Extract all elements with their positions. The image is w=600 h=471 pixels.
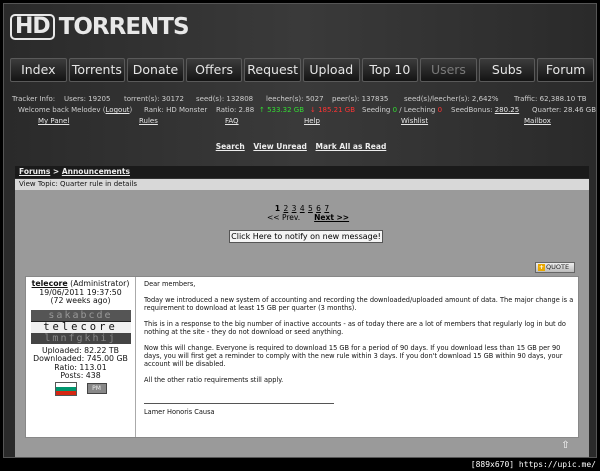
post-signature: Lamer Honoris Causa [144, 408, 215, 416]
page-frame: HD TORRENTS Index Torrents Donate Offers… [3, 3, 597, 458]
banner-row-top: sakabcde [30, 309, 131, 321]
traffic-total: Traffic: 62,388.10 TB [514, 95, 587, 103]
post-body: Dear members, Today we introduced a new … [144, 280, 574, 392]
welcome-end: ) [129, 106, 133, 114]
page-5[interactable]: 5 [308, 204, 313, 213]
seeds-count: seed(s): 132808 [196, 95, 254, 103]
topic-content: 1 2 3 4 5 6 7 << Prev. Next >> Click Here… [15, 190, 589, 457]
signature-divider [144, 403, 334, 404]
nav-torrents[interactable]: Torrents [68, 58, 126, 82]
tracker-info-row: Tracker Info: Users: 19205 torrent(s): 3… [4, 94, 596, 104]
seedbonus: SeedBonus: 280.25 [451, 105, 519, 115]
author-role: (Administrator) [67, 279, 130, 288]
page-1: 1 [274, 204, 281, 213]
leeching-label: / Leeching [399, 106, 436, 114]
bulgaria-flag-icon [54, 381, 77, 396]
nav-donate[interactable]: Donate [127, 58, 184, 82]
welcome-label: Welcome back Melodev ( [18, 106, 106, 114]
post-paragraph-1: Today we introduced a new system of acco… [144, 296, 574, 312]
breadcrumb-announcements[interactable]: Announcements [62, 167, 130, 176]
downloaded-amount: ↓ 185.21 GB [310, 106, 356, 114]
author-name-link[interactable]: telecore [32, 279, 68, 288]
tracker-info-label: Tracker Info: [12, 95, 56, 103]
notify-button[interactable]: Click Here to notify on new message! [229, 230, 383, 243]
nav-upload[interactable]: Upload [302, 58, 360, 82]
prev-page: << Prev. [267, 213, 301, 222]
scroll-top-icon[interactable]: ⇧ [560, 440, 571, 451]
nav-request[interactable]: Request [244, 58, 301, 82]
nav-subs[interactable]: Subs [478, 58, 536, 82]
post-paragraph-4: All the other ratio requirements still a… [144, 376, 284, 384]
pm-button[interactable]: PM [86, 383, 107, 394]
seed-leech-ratio: seed(s)/leecher(s): 2,642% [404, 95, 499, 103]
logo-hd: HD [10, 14, 55, 40]
quote-label: QUOTE [546, 263, 570, 271]
seeding-label: Seeding [362, 106, 391, 114]
post-age: (72 weeks ago) [50, 296, 111, 305]
post-author-panel: telecore (Administrator) 19/06/2011 19:3… [26, 277, 136, 437]
user-rank: Rank: HD Monster [144, 106, 208, 114]
quick-links-row: My Panel Rules FAQ Help Wishlist Mailbox [4, 116, 596, 126]
forum-post: telecore (Administrator) 19/06/2011 19:3… [25, 276, 579, 438]
peers-count: peer(s): 137835 [332, 95, 389, 103]
logout-link[interactable]: Logout [106, 106, 130, 114]
page-7[interactable]: 7 [324, 204, 329, 213]
author-actions: PM [26, 381, 135, 396]
nav-index[interactable]: Index [10, 58, 67, 82]
quarter-download: Quarter: 28.46 GB [532, 106, 596, 114]
torrents-count: torrent(s): 30172 [124, 95, 184, 103]
seeding-status: Seeding 0 / Leeching 0 [362, 105, 442, 115]
leechers-count: leecher(s): 5027 [266, 95, 324, 103]
page-6[interactable]: 6 [316, 204, 321, 213]
leeching-count: 0 [437, 106, 443, 114]
uploaded-amount: ↑ 533.32 GB [259, 106, 305, 114]
user-banner-image: sakabcde telecore lmnfgkhij [30, 309, 131, 344]
welcome-text: Welcome back Melodev (Logout) [18, 105, 132, 115]
breadcrumb: Forums > Announcements [15, 166, 589, 178]
link-faq[interactable]: FAQ [225, 116, 239, 126]
post-greeting: Dear members, [144, 280, 196, 288]
link-mailbox[interactable]: Mailbox [524, 116, 551, 126]
seedbonus-label: SeedBonus: [451, 106, 493, 114]
main-nav: Index Torrents Donate Offers Request Upl… [10, 58, 594, 82]
nav-offers[interactable]: Offers [185, 58, 243, 82]
user-info-row: Welcome back Melodev (Logout) Rank: HD M… [4, 105, 596, 115]
seedbonus-link[interactable]: 280.25 [495, 106, 520, 114]
nav-users[interactable]: Users [420, 58, 477, 82]
breadcrumb-forums[interactable]: Forums [19, 167, 50, 176]
page-2[interactable]: 2 [283, 204, 288, 213]
quote-button[interactable]: + QUOTE [535, 262, 575, 273]
quote-plus-icon: + [538, 263, 545, 271]
post-paragraph-3: Now this will change. Everyone is requir… [144, 344, 563, 368]
seeding-count: 0 [392, 106, 398, 114]
search-link[interactable]: Search [216, 142, 245, 151]
view-topic-title: View Topic: Quarter rule in details [15, 179, 589, 190]
user-ratio: Ratio: 2.88 [216, 106, 255, 114]
users-count: Users: 19205 [64, 95, 111, 103]
view-unread-link[interactable]: View Unread [253, 142, 307, 151]
page-4[interactable]: 4 [300, 204, 305, 213]
prev-next: << Prev. Next >> [267, 213, 363, 222]
image-host-watermark: [889x670] https://upic.me/ [470, 460, 596, 469]
nav-top10[interactable]: Top 10 [361, 58, 419, 82]
next-page-link[interactable]: Next >> [314, 213, 349, 222]
link-wishlist[interactable]: Wishlist [401, 116, 428, 126]
post-paragraph-2: This is in a response to the big number … [144, 320, 566, 336]
site-logo[interactable]: HD TORRENTS [10, 10, 190, 44]
banner-row-bottom: lmnfgkhij [30, 332, 131, 344]
breadcrumb-separator: > [50, 167, 62, 176]
banner-row-name: telecore [30, 321, 131, 333]
nav-forum[interactable]: Forum [537, 58, 594, 82]
mark-all-read-link[interactable]: Mark All as Read [316, 142, 387, 151]
pagination: 1 2 3 4 5 6 7 [15, 204, 589, 213]
author-posts: Posts: 438 [60, 371, 101, 380]
link-my-panel[interactable]: My Panel [38, 116, 69, 126]
page-3[interactable]: 3 [292, 204, 297, 213]
logo-torrents: TORRENTS [58, 14, 190, 40]
forum-actions: Search View Unread Mark All as Read [4, 142, 596, 151]
link-rules[interactable]: Rules [139, 116, 158, 126]
link-help[interactable]: Help [304, 116, 320, 126]
